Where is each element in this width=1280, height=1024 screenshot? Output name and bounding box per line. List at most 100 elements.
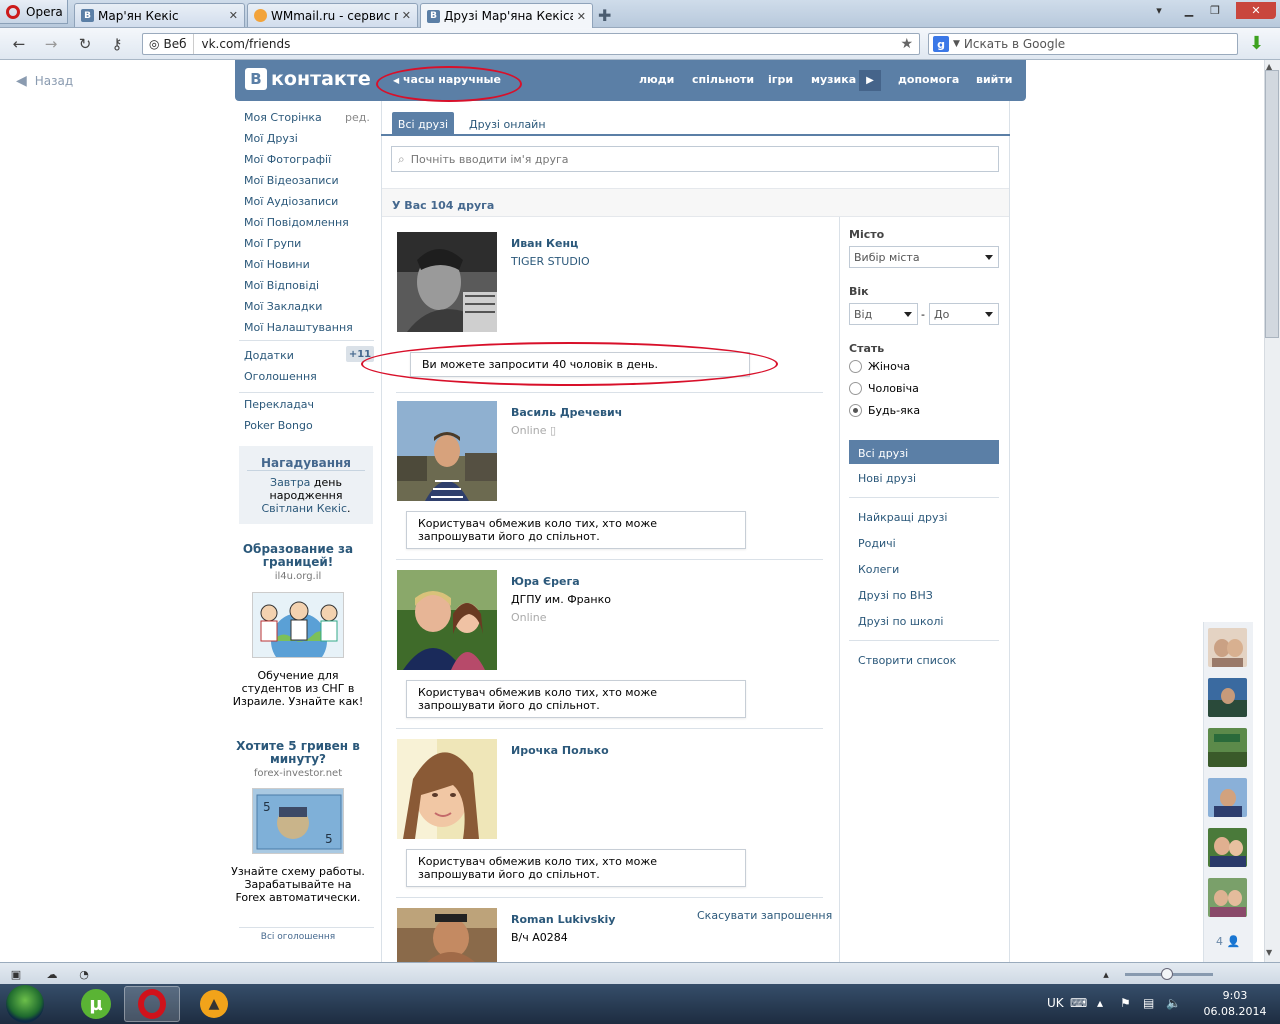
menu-poker-bongo[interactable]: Poker Bongo	[244, 419, 313, 432]
opera-menu-button[interactable]: Opera	[0, 0, 68, 24]
menu-translator[interactable]: Перекладач	[244, 398, 314, 411]
minimize-icon[interactable]: ▁	[1176, 2, 1202, 19]
search-field[interactable]: g ▼ Искать в Google	[928, 33, 1238, 55]
friend-search-input[interactable]: ⌕ Почніть вводити ім'я друга	[391, 146, 999, 172]
friend-name[interactable]: Василь Дречевич	[511, 406, 622, 419]
aimp-taskbar-button[interactable]: ▲	[186, 986, 242, 1022]
close-window-icon[interactable]: ✕	[1236, 2, 1276, 19]
opera-taskbar-button[interactable]	[124, 986, 180, 1022]
flag-icon[interactable]: ⚑	[1120, 996, 1131, 1010]
all-ads-link[interactable]: Всі оголошення	[239, 932, 357, 942]
menu-my-settings[interactable]: Мої Налаштування	[244, 321, 353, 334]
bookmark-star-icon[interactable]: ★	[900, 36, 919, 52]
panel-toggle-icon[interactable]: ▣	[8, 967, 24, 981]
friend-photo[interactable]	[397, 570, 497, 670]
age-to-select[interactable]: До	[929, 303, 999, 325]
edit-link[interactable]: ред.	[345, 111, 370, 124]
key-icon[interactable]: ⚷	[106, 34, 128, 54]
language-indicator[interactable]: UK	[1047, 996, 1064, 1010]
restore-icon[interactable]: ❐	[1202, 2, 1228, 19]
friend-photo[interactable]	[397, 401, 497, 501]
friend-photo[interactable]	[397, 739, 497, 839]
age-from-select[interactable]: Від	[849, 303, 918, 325]
tab-all-friends[interactable]: Всі друзі	[392, 112, 454, 136]
chat-avatar[interactable]	[1208, 878, 1247, 917]
menu-ads[interactable]: Оголошення	[244, 370, 317, 383]
ad-block-1[interactable]: Образование за границей! il4u.org.il	[231, 543, 365, 583]
close-tab-icon[interactable]: ✕	[229, 9, 238, 22]
speed-dial-icon[interactable]: ◔	[76, 967, 92, 981]
keyboard-icon[interactable]: ⌨	[1070, 996, 1087, 1010]
chat-avatar[interactable]	[1208, 678, 1247, 717]
reminder-person-link[interactable]: Світлани Кекіс	[261, 502, 347, 515]
tab-list-icon[interactable]: ▾	[1146, 2, 1172, 19]
friend-photo[interactable]	[397, 908, 497, 962]
scrollbar-thumb[interactable]	[1265, 70, 1279, 338]
chat-avatar[interactable]	[1208, 728, 1247, 767]
menu-my-messages[interactable]: Мої Повідомлення	[244, 216, 349, 229]
close-tab-icon[interactable]: ✕	[402, 9, 411, 22]
friend-name[interactable]: Юра Єрега	[511, 575, 580, 588]
city-select[interactable]: Вибір міста	[849, 246, 999, 268]
nav-communities[interactable]: спільноти	[692, 73, 754, 86]
menu-my-videos[interactable]: Мої Відеозаписи	[244, 174, 339, 187]
nav-people[interactable]: люди	[639, 73, 674, 86]
new-tab-icon[interactable]: ✚	[598, 6, 611, 25]
cloud-icon[interactable]: ☁	[44, 967, 60, 981]
chat-avatar[interactable]	[1208, 778, 1247, 817]
play-icon[interactable]: ▶	[859, 70, 881, 91]
close-tab-icon[interactable]: ✕	[577, 10, 586, 23]
ad-title[interactable]: Образование за границей!	[231, 543, 365, 569]
network-icon[interactable]: ▤	[1143, 996, 1154, 1010]
menu-my-bookmarks[interactable]: Мої Закладки	[244, 300, 322, 313]
friend-photo[interactable]	[397, 232, 497, 332]
chat-avatar[interactable]	[1208, 628, 1247, 667]
menu-my-answers[interactable]: Мої Відповіді	[244, 279, 319, 292]
forward-arrow-icon[interactable]: →	[40, 34, 62, 54]
menu-my-photos[interactable]: Мої Фотографії	[244, 153, 331, 166]
menu-my-news[interactable]: Мої Новини	[244, 258, 310, 271]
nav-games[interactable]: ігри	[768, 73, 793, 86]
list-university-friends[interactable]: Друзі по ВНЗ	[858, 589, 933, 602]
zoom-slider-knob[interactable]	[1161, 968, 1173, 980]
nav-help[interactable]: допомога	[898, 73, 959, 86]
menu-apps[interactable]: Додатки	[244, 349, 294, 362]
clock[interactable]: 9:03 06.08.2014	[1200, 988, 1270, 1020]
utorrent-taskbar-button[interactable]: µ	[68, 986, 124, 1022]
friend-subtitle[interactable]: TIGER STUDIO	[511, 255, 590, 268]
list-colleagues[interactable]: Колеги	[858, 563, 899, 576]
tab-friends-online[interactable]: Друзі онлайн	[469, 118, 546, 131]
radio-male[interactable]: Чоловіча	[849, 382, 919, 395]
download-icon[interactable]: ⬇	[1249, 33, 1269, 55]
friend-name[interactable]: Roman Lukivskiy	[511, 913, 615, 926]
address-field[interactable]: ◎ Веб vk.com/friends ★	[142, 33, 920, 55]
vk-logo[interactable]: B контакте	[245, 68, 371, 90]
ad-image-banknote[interactable]: 5 5	[252, 788, 344, 854]
friend-name[interactable]: Иван Кенц	[511, 237, 578, 250]
ad-title[interactable]: Хотите 5 гривен в минуту?	[231, 740, 365, 766]
chevron-down-icon[interactable]: ▼	[953, 39, 960, 49]
list-relatives[interactable]: Родичі	[858, 537, 896, 550]
tab-friends[interactable]: B Друзі Мар'яна Кекіса |... ✕	[420, 3, 593, 28]
chat-avatar[interactable]	[1208, 828, 1247, 867]
ad-image-students[interactable]	[252, 592, 344, 658]
back-arrow-icon[interactable]: ←	[8, 34, 30, 54]
menu-my-page[interactable]: Моя Сторінка	[244, 111, 322, 124]
list-new-friends[interactable]: Нові друзі	[858, 472, 916, 485]
menu-my-audio[interactable]: Мої Аудіозаписи	[244, 195, 338, 208]
list-school-friends[interactable]: Друзі по школі	[858, 615, 943, 628]
friend-name[interactable]: Ирочка Полько	[511, 744, 609, 757]
scroll-down-icon[interactable]: ▼	[1266, 948, 1272, 957]
list-all-friends[interactable]: Всі друзі	[849, 440, 999, 464]
menu-my-friends[interactable]: Мої Друзі	[244, 132, 298, 145]
tab-marian-kekis[interactable]: B Мар'ян Кекіс ✕	[74, 3, 245, 27]
reminder-tomorrow-link[interactable]: Завтра	[270, 476, 310, 489]
menu-my-groups[interactable]: Мої Групи	[244, 237, 301, 250]
volume-icon[interactable]: 🔈	[1166, 996, 1181, 1010]
tray-expand-icon[interactable]: ▴	[1097, 996, 1103, 1010]
url-text[interactable]: vk.com/friends	[194, 37, 901, 51]
nav-logout[interactable]: вийти	[976, 73, 1012, 86]
radio-any[interactable]: Будь-яка	[849, 404, 920, 417]
cancel-invite-link[interactable]: Скасувати запрошення	[697, 909, 832, 922]
start-button-icon[interactable]	[6, 985, 44, 1023]
